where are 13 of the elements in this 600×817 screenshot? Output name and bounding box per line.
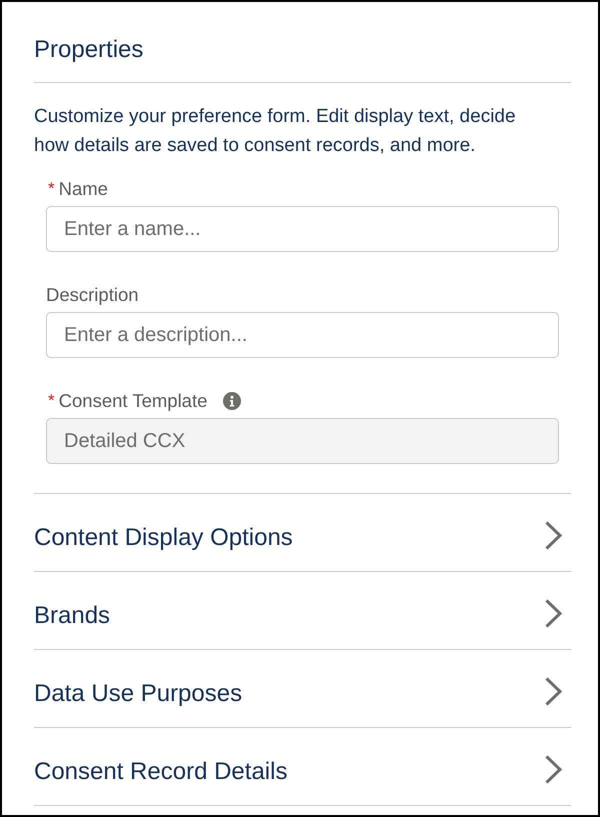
- required-asterisk: *: [48, 178, 55, 200]
- chevron-right-icon: [545, 521, 562, 550]
- panel-description: Customize your preference form. Edit display text, decide how details are saved to consent records, and more.: [34, 105, 517, 158]
- text-field[interactable]: Enter a description...: [46, 312, 559, 358]
- field-label: Name: [58, 178, 108, 200]
- text-field[interactable]: Enter a name...: [46, 206, 559, 252]
- chevron-right-icon: [545, 677, 562, 706]
- chevron-right-icon: [545, 755, 562, 784]
- field-label: Description: [46, 284, 139, 306]
- panel-title: Properties: [34, 36, 144, 64]
- field-label: Consent Template: [58, 390, 208, 412]
- required-asterisk: *: [48, 390, 55, 412]
- chevron-right-icon: [545, 599, 562, 628]
